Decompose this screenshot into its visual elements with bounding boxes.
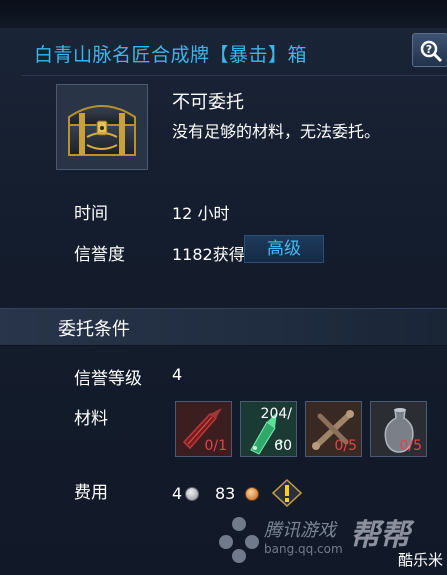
header-divider — [22, 75, 447, 76]
material-count: 0/5 — [399, 438, 422, 454]
time-label: 时间 — [74, 204, 108, 224]
reputation-level-label: 信誉等级 — [74, 369, 142, 389]
materials-label: 材料 — [74, 409, 108, 429]
magnifier-question-icon: ? — [420, 40, 443, 63]
conditions-section-title: 委托条件 — [58, 319, 130, 340]
item-slot[interactable] — [56, 84, 148, 170]
material-count: 0/5 — [334, 438, 357, 454]
corner-label: 酷乐米 — [398, 551, 444, 569]
material-slot-3[interactable]: 0/5 — [305, 401, 362, 457]
material-slot-2[interactable]: 204/ 60 — [240, 401, 297, 457]
fee-copper-value: 83 — [215, 484, 236, 503]
watermark-text: 腾讯游戏 — [264, 520, 336, 541]
svg-text:?: ? — [426, 43, 432, 56]
silver-coin-icon — [185, 487, 199, 501]
help-button[interactable]: ? — [412, 33, 447, 67]
material-count-top: 204/ — [260, 406, 292, 422]
copper-coin-icon — [245, 487, 259, 501]
watermark-url: bang.qq.com — [264, 542, 343, 556]
watermark-brand: 帮帮 — [350, 518, 410, 553]
material-count: 0/1 — [204, 438, 227, 454]
reputation-label: 信誉度 — [74, 245, 125, 265]
warning-icon[interactable] — [272, 479, 302, 507]
treasure-chest-icon — [68, 105, 136, 156]
fee-silver-value: 4 — [172, 484, 183, 503]
reputation-value: 1182获得 — [172, 245, 245, 264]
watermark-logo-icon — [219, 517, 259, 563]
status-title: 不可委托 — [172, 92, 244, 113]
top-strip — [0, 0, 447, 28]
material-count: 60 — [274, 438, 292, 454]
reputation-grade-badge: 高级 — [244, 235, 324, 263]
item-title: 白青山脉名匠合成牌【暴击】箱 — [34, 44, 308, 66]
material-slot-1[interactable]: 0/1 — [175, 401, 232, 457]
fee-label: 费用 — [74, 483, 108, 503]
reputation-level-value: 4 — [172, 365, 183, 384]
material-slot-4[interactable]: 0/5 — [370, 401, 427, 457]
time-value: 12 小时 — [172, 204, 230, 223]
status-description: 没有足够的材料，无法委托。 — [172, 122, 381, 141]
commission-panel: 白青山脉名匠合成牌【暴击】箱 ? 不可委托 没有足够的材料，无法委托。 时间 1… — [0, 0, 447, 575]
